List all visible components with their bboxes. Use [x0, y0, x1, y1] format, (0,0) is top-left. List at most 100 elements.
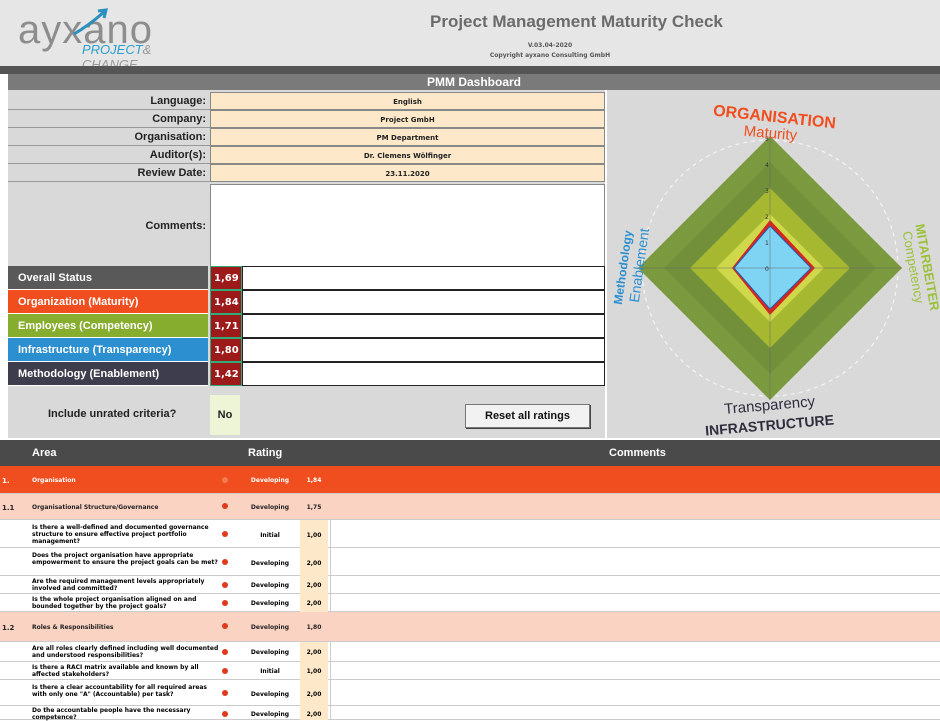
row-rating[interactable]: Developing — [245, 649, 295, 656]
comments-field[interactable] — [210, 184, 605, 268]
status-label: Methodology (Enablement) — [8, 362, 208, 386]
rating-dot-icon[interactable] — [222, 711, 228, 717]
row-score: 2,00 — [300, 548, 328, 576]
status-comment-field[interactable] — [242, 266, 605, 290]
radar-tick: 2 — [765, 214, 769, 221]
row-score: 1,00 — [300, 662, 328, 680]
radar-tick: 4 — [765, 162, 769, 169]
table-row[interactable]: Does the project organisation have appro… — [0, 548, 940, 576]
table-row[interactable]: Are all roles clearly defined including … — [0, 642, 940, 662]
status-row-employees: Employees (Competency) 1,71 — [8, 314, 605, 338]
rating-dot-icon[interactable] — [222, 649, 228, 655]
row-area: Is there a clear accountability for all … — [32, 684, 208, 698]
column-header-rating: Rating — [248, 447, 283, 459]
column-header-area: Area — [32, 447, 57, 459]
rating-dot-icon[interactable] — [222, 559, 228, 565]
row-comment-field[interactable] — [330, 548, 940, 575]
row-area: Are the required management levels appro… — [32, 578, 205, 592]
rating-dot-icon[interactable] — [222, 531, 228, 537]
info-label: Language: — [8, 92, 210, 110]
row-score: 2,00 — [300, 576, 328, 594]
row-comment-field[interactable] — [330, 642, 940, 661]
dashboard-info-panel: Language: English Company: Project GmbH … — [8, 90, 605, 438]
status-label: Organization (Maturity) — [8, 290, 208, 314]
row-area: Roles & Responsibilities — [32, 624, 114, 631]
status-score: 1,69 — [210, 266, 242, 290]
language-field[interactable]: English — [210, 92, 605, 110]
app-header: ayxano PROJECT& CHANGE Project Managemen… — [0, 0, 940, 72]
row-comment-field[interactable] — [330, 680, 940, 705]
comments-label: Comments: — [145, 220, 206, 232]
row-rating: Developing — [250, 504, 290, 511]
table-row-section[interactable]: 1. Organisation Developing 1,84 — [0, 466, 940, 494]
row-area: Is there a well-defined and documented g… — [32, 524, 209, 545]
row-rating: Developing — [250, 624, 290, 631]
dashboard-title: PMM Dashboard — [8, 74, 940, 90]
row-rating[interactable]: Developing — [245, 711, 295, 718]
status-row-methodology: Methodology (Enablement) 1,42 — [8, 362, 605, 386]
row-score: 1,84 — [306, 477, 322, 484]
row-score: 1,00 — [300, 520, 328, 548]
row-rating[interactable]: Developing — [245, 600, 295, 607]
status-score: 1,71 — [210, 314, 242, 338]
rating-dot-icon[interactable] — [222, 582, 228, 588]
radar-tick: 0 — [765, 266, 769, 273]
status-comment-field[interactable] — [242, 314, 605, 338]
row-score: 2,00 — [300, 680, 328, 706]
organisation-field[interactable]: PM Department — [210, 128, 605, 146]
row-rating[interactable]: Developing — [245, 691, 295, 698]
table-row[interactable]: Are the required management levels appro… — [0, 576, 940, 594]
review-date-field[interactable]: 23.11.2020 — [210, 164, 605, 182]
table-row[interactable]: Is there a RACI matrix available and kno… — [0, 662, 940, 680]
rating-dot-icon[interactable] — [222, 623, 228, 629]
status-score: 1,84 — [210, 290, 242, 314]
table-row-subsection[interactable]: 1.2 Roles & Responsibilities Developing … — [0, 612, 940, 642]
info-label: Review Date: — [8, 164, 210, 182]
row-comment-field[interactable] — [330, 576, 940, 593]
row-score: 2,00 — [300, 642, 328, 662]
table-row[interactable]: Is the whole project organisation aligne… — [0, 594, 940, 612]
reset-ratings-button[interactable]: Reset all ratings — [465, 404, 590, 428]
row-rating[interactable]: Initial — [245, 668, 295, 675]
row-score: 1,80 — [306, 624, 322, 631]
row-rating[interactable]: Initial — [245, 532, 295, 539]
status-label: Employees (Competency) — [8, 314, 208, 338]
row-rating[interactable]: Developing — [245, 560, 295, 567]
copyright-text: Copyright ayxano Consulting GmbH — [489, 52, 611, 59]
status-comment-field[interactable] — [242, 338, 605, 362]
row-area: Organisational Structure/Governance — [32, 504, 159, 511]
row-rating[interactable]: Developing — [245, 582, 295, 589]
column-header-comments: Comments — [609, 447, 666, 459]
row-score: 2,00 — [300, 706, 328, 720]
info-label: Auditor(s): — [8, 146, 210, 164]
rating-dot-icon[interactable] — [222, 668, 228, 674]
row-comment-field[interactable] — [330, 662, 940, 679]
company-field[interactable]: Project GmbH — [210, 110, 605, 128]
table-row-subsection[interactable]: 1.1 Organisational Structure/Governance … — [0, 494, 940, 520]
radar-tick: 3 — [765, 188, 769, 195]
status-row-organization: Organization (Maturity) 1,84 — [8, 290, 605, 314]
status-score: 1,42 — [210, 362, 242, 386]
table-row[interactable]: Is there a well-defined and documented g… — [0, 520, 940, 548]
rating-dot-icon[interactable] — [222, 690, 228, 696]
info-label: Organisation: — [8, 128, 210, 146]
rating-dot-icon[interactable] — [222, 503, 228, 509]
status-label: Infrastructure (Transparency) — [8, 338, 208, 362]
info-row-language: Language: English — [8, 92, 605, 110]
table-row[interactable]: Is there a clear accountability for all … — [0, 680, 940, 706]
status-comment-field[interactable] — [242, 290, 605, 314]
row-comment-field[interactable] — [330, 520, 940, 547]
status-comment-field[interactable] — [242, 362, 605, 386]
status-row-infrastructure: Infrastructure (Transparency) 1,80 — [8, 338, 605, 362]
unrated-criteria-select[interactable]: No — [210, 395, 240, 435]
row-area: Do the accountable people have the neces… — [32, 707, 191, 721]
info-row-auditor: Auditor(s): Dr. Clemens Wölfinger — [8, 146, 605, 164]
row-area: Is there a RACI matrix available and kno… — [32, 664, 199, 678]
table-row[interactable]: Do the accountable people have the neces… — [0, 706, 940, 721]
row-comment-field[interactable] — [330, 594, 940, 611]
auditor-field[interactable]: Dr. Clemens Wölfinger — [210, 146, 605, 164]
rating-dot-icon[interactable] — [222, 600, 228, 606]
row-comment-field[interactable] — [330, 706, 940, 719]
row-area: Organisation — [32, 477, 76, 484]
version-text: V.03.04-2020 — [527, 42, 573, 49]
